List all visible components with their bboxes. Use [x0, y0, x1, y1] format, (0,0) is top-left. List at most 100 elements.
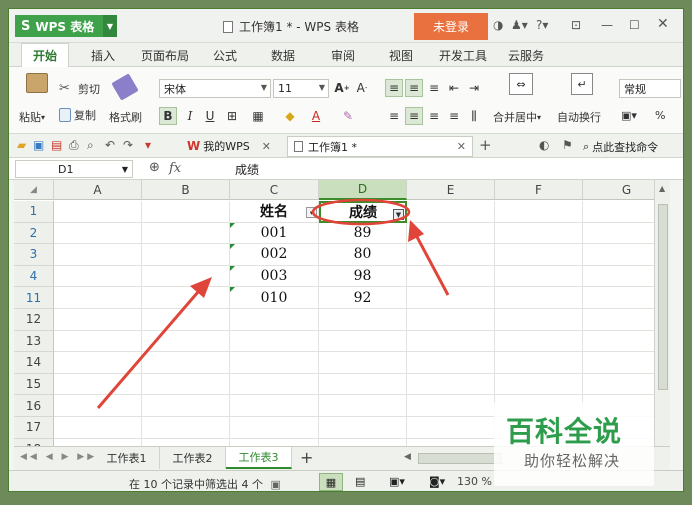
table-cell[interactable]	[142, 287, 230, 309]
table-cell[interactable]	[54, 417, 142, 439]
page-break-view-icon[interactable]: ▤	[355, 475, 365, 488]
table-cell[interactable]	[495, 265, 583, 288]
align-bottom-icon[interactable]: ≡	[425, 79, 443, 97]
help-icon[interactable]: ?▾	[536, 18, 548, 32]
table-cell[interactable]	[54, 373, 142, 396]
skin-icon[interactable]: ◑	[493, 18, 503, 32]
underline-button[interactable]: U	[201, 107, 219, 125]
table-cell[interactable]	[495, 373, 583, 396]
table-cell[interactable]	[583, 374, 654, 396]
shrink-font-button[interactable]: A-	[353, 79, 371, 97]
close-icon[interactable]: ✕	[657, 16, 669, 32]
borders-icon[interactable]: ⊞	[223, 107, 241, 125]
copy-button[interactable]: 复制	[59, 107, 96, 123]
table-cell[interactable]	[583, 266, 654, 288]
table-cell[interactable]	[319, 395, 407, 417]
sheet-tab-1[interactable]: 工作表1	[94, 447, 160, 469]
table-cell[interactable]	[583, 309, 654, 331]
table-cell[interactable]	[142, 352, 230, 374]
table-cell[interactable]	[230, 309, 319, 331]
table-cell[interactable]: 89	[319, 222, 407, 245]
indent-increase-icon[interactable]: ⇥	[465, 79, 483, 97]
indent-decrease-icon[interactable]: ⇤	[445, 79, 463, 97]
table-cell[interactable]	[230, 352, 319, 374]
merge-center-button[interactable]: 合并居中 ▾	[493, 109, 541, 125]
format-painter-button[interactable]: 格式刷	[109, 109, 142, 125]
table-cell[interactable]	[54, 438, 142, 446]
table-cell[interactable]	[54, 330, 142, 353]
table-cell[interactable]	[54, 244, 142, 266]
paste-button[interactable]	[23, 73, 53, 93]
reading-mode-icon[interactable]: ◙▾	[429, 475, 445, 488]
table-cell[interactable]	[142, 309, 230, 331]
select-all-corner[interactable]: ◢	[14, 180, 54, 200]
scroll-up-icon[interactable]: ▲	[659, 184, 665, 193]
number-format-select[interactable]: 常规	[619, 79, 681, 98]
table-cell[interactable]	[495, 309, 583, 331]
align-right-icon[interactable]: ≡	[425, 107, 443, 125]
cell-style-icon[interactable]: ▦	[249, 107, 267, 125]
table-cell[interactable]	[495, 201, 583, 223]
table-cell[interactable]	[407, 309, 495, 331]
table-cell[interactable]: 010	[230, 287, 319, 309]
table-cell[interactable]	[583, 244, 654, 266]
table-cell[interactable]	[495, 222, 583, 245]
close-icon[interactable]: ✕	[262, 140, 271, 153]
column-header-a[interactable]: A	[54, 180, 142, 200]
table-cell[interactable]	[319, 373, 407, 396]
zoom-level[interactable]: 130 %	[457, 475, 492, 488]
align-top-icon[interactable]: ≡	[385, 79, 403, 97]
table-cell[interactable]	[230, 417, 319, 439]
table-cell[interactable]	[407, 373, 495, 396]
maximize-icon[interactable]: ☐	[629, 18, 640, 32]
table-cell[interactable]	[230, 438, 319, 446]
column-header-f[interactable]: F	[495, 180, 583, 200]
insert-function-button[interactable]: fx	[169, 161, 181, 176]
sheet-tab-3[interactable]: 工作表3	[226, 447, 292, 469]
table-cell[interactable]	[142, 222, 230, 245]
customize-icon[interactable]: ▾	[145, 138, 151, 152]
row-header[interactable]: 17	[14, 417, 54, 439]
table-cell[interactable]	[495, 330, 583, 353]
table-cell[interactable]	[407, 201, 495, 223]
table-cell[interactable]	[54, 395, 142, 417]
minimize-icon[interactable]: —	[601, 18, 613, 32]
align-middle-icon[interactable]: ≡	[405, 79, 423, 97]
column-header-c[interactable]: C	[230, 180, 319, 200]
normal-view-icon[interactable]: ▦	[319, 473, 343, 491]
restore-box-icon[interactable]: ⊡	[571, 18, 581, 32]
tab-review[interactable]: 审阅	[323, 43, 363, 67]
tab-cloud-service[interactable]: 云服务	[501, 43, 551, 67]
format-painter-icon[interactable]	[111, 73, 139, 101]
italic-button[interactable]: I	[181, 107, 199, 125]
paste-label-button[interactable]: 粘贴 ▾	[19, 109, 45, 125]
formula-input[interactable]: 成绩	[235, 161, 259, 178]
table-cell[interactable]	[407, 222, 495, 245]
save-icon[interactable]: ▣	[33, 138, 44, 152]
table-cell[interactable]: 001	[230, 222, 319, 245]
login-button[interactable]: 未登录	[414, 13, 488, 40]
row-header[interactable]: 3	[14, 244, 54, 266]
justify-icon[interactable]: ≡	[445, 107, 463, 125]
table-cell[interactable]	[319, 309, 407, 331]
table-cell[interactable]	[319, 438, 407, 446]
undo-icon[interactable]: ↶	[105, 138, 115, 152]
cut-button[interactable]: ✂ 剪切	[59, 81, 100, 97]
clear-format-icon[interactable]: ✎	[339, 107, 357, 125]
table-cell[interactable]: 003	[230, 265, 319, 288]
sheet-tab-2[interactable]: 工作表2	[160, 447, 226, 469]
tab-formulas[interactable]: 公式	[205, 43, 245, 67]
print-icon[interactable]: ⎙	[69, 138, 79, 153]
app-menu-button[interactable]: S WPS 表格 ▼	[15, 15, 117, 37]
tab-page-layout[interactable]: 页面布局	[133, 43, 197, 67]
table-cell[interactable]: 98	[319, 265, 407, 288]
grow-font-button[interactable]: A +	[333, 79, 351, 97]
row-header[interactable]: 18	[14, 438, 54, 446]
table-cell[interactable]: 成绩 ▼	[319, 201, 407, 223]
table-cell[interactable]	[407, 287, 495, 309]
align-center-icon[interactable]: ≡	[405, 107, 423, 125]
find-command-search[interactable]: ⌕ 点此查找命令	[583, 139, 658, 155]
table-cell[interactable]	[142, 244, 230, 266]
tab-home[interactable]: 开始	[21, 43, 69, 67]
table-cell[interactable]	[54, 287, 142, 309]
